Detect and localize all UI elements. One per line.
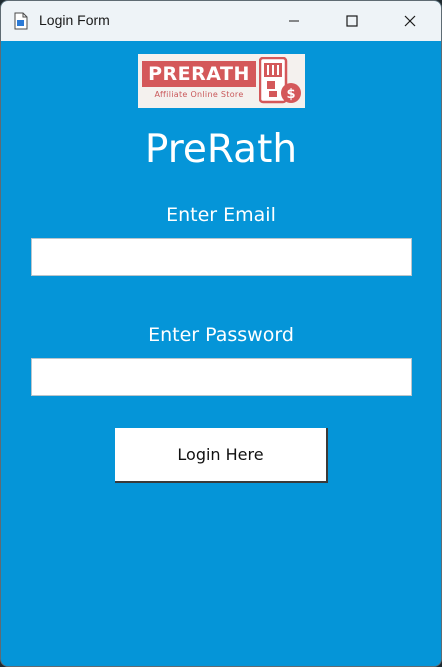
- title-bar[interactable]: Login Form: [1, 1, 441, 41]
- form-area: PRERATH Affiliate Online Store $ PreRath…: [1, 41, 441, 666]
- email-field[interactable]: [31, 238, 412, 276]
- window-title: Login Form: [39, 12, 110, 28]
- password-field[interactable]: [31, 358, 412, 396]
- brand-heading: PreRath: [144, 127, 298, 172]
- logo-tagline: Affiliate Online Store: [154, 90, 244, 99]
- email-label: Enter Email: [166, 204, 276, 226]
- app-file-icon: [14, 12, 28, 30]
- prerath-logo: PRERATH Affiliate Online Store $: [138, 54, 305, 108]
- maximize-icon: [346, 15, 358, 27]
- minimize-icon: [289, 20, 299, 22]
- maximize-button[interactable]: [323, 1, 381, 41]
- minimize-button[interactable]: [265, 1, 323, 41]
- close-button[interactable]: [381, 1, 439, 41]
- svg-text:$: $: [286, 87, 295, 102]
- store-phone-icon: $: [259, 57, 301, 104]
- password-label: Enter Password: [148, 324, 294, 346]
- logo-wordmark: PRERATH: [142, 61, 256, 87]
- close-icon: [404, 15, 416, 27]
- login-button[interactable]: Login Here: [115, 428, 328, 483]
- login-window: Login Form PRERATH Affiliate Online Stor…: [0, 0, 442, 667]
